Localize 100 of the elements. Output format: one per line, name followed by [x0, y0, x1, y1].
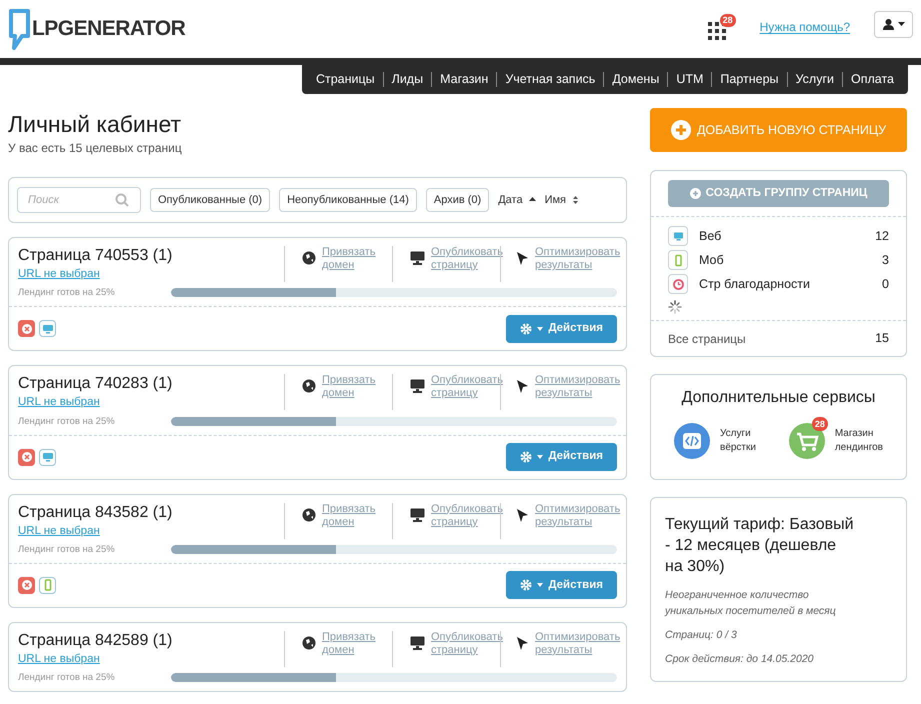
page-name: Страница 842589 (1) — [18, 630, 174, 651]
gear-icon — [520, 322, 532, 335]
plus-circle-icon — [670, 120, 691, 140]
group-count: 3 — [881, 252, 889, 269]
globe-icon — [302, 251, 316, 265]
total-label: Все страницы — [668, 330, 747, 348]
monitor-icon — [42, 451, 54, 463]
monitor-icon — [42, 322, 54, 335]
caret-icon — [537, 326, 544, 331]
action-link[interactable]: Оптимизировать результаты — [535, 246, 620, 272]
progress-label: Лендинг готов на 25% — [18, 416, 116, 426]
add-page-button[interactable]: ДОБАВИТЬ НОВУЮ СТРАНИЦУ — [650, 108, 907, 152]
actions-button[interactable]: Действия — [506, 314, 617, 343]
action-link[interactable]: Привязать домен — [322, 502, 392, 528]
url-link[interactable]: URL не выбран — [18, 522, 100, 540]
total-count: 15 — [874, 330, 889, 348]
caret-icon — [537, 455, 544, 459]
group-count: 0 — [881, 276, 889, 293]
monitor-icon — [672, 230, 684, 242]
help-link[interactable]: Нужна помощь? — [760, 18, 850, 36]
filter-button[interactable]: Опубликованные (0) — [150, 188, 270, 212]
gear-icon — [520, 579, 532, 592]
action-link[interactable]: Привязать домен — [322, 630, 392, 657]
nav-link[interactable]: Страницы — [308, 70, 383, 88]
caret-icon — [537, 583, 544, 588]
nav-link[interactable]: Домены — [604, 70, 668, 88]
monitor-icon — [410, 251, 425, 265]
globe-icon — [302, 636, 316, 650]
action-link[interactable]: Привязать домен — [322, 246, 392, 272]
error-icon — [20, 579, 32, 592]
cursor-icon — [516, 508, 529, 522]
globe-icon — [302, 379, 316, 394]
page-title: Личный кабинет — [8, 110, 182, 138]
nav-link[interactable]: Учетная запись — [497, 70, 604, 88]
actions-button[interactable]: Действия — [506, 443, 617, 471]
filter-button[interactable]: Неопубликованные (14) — [279, 188, 417, 212]
url-link[interactable]: URL не выбран — [18, 394, 100, 412]
nav-link[interactable]: Магазин — [432, 70, 496, 88]
action-link[interactable]: Оптимизировать результаты — [535, 630, 620, 657]
cursor-icon — [516, 251, 529, 266]
speech-bubble-icon — [8, 8, 30, 52]
sort-button[interactable]: Имя — [544, 192, 580, 208]
page-subtitle: У вас есть 15 целевых страниц — [8, 140, 183, 157]
action-link[interactable]: Опубликовать страницу — [431, 502, 503, 528]
logo-text: LPGENERATOR — [32, 16, 186, 42]
tariff-detail: Страниц: 0 / 3 — [665, 628, 738, 643]
progress-label: Лендинг готов на 25% — [18, 287, 116, 298]
user-icon — [882, 18, 894, 30]
monitor-icon — [410, 508, 425, 522]
nav-link[interactable]: Лиды — [384, 70, 432, 88]
search-field[interactable]: Поиск — [17, 187, 141, 213]
clock-icon — [672, 278, 684, 290]
nav-link[interactable]: Услуги — [788, 70, 842, 88]
tariff-detail: Неограниченное количество уникальных посетителей в месяц — [665, 588, 837, 619]
action-link[interactable]: Оптимизировать результаты — [535, 374, 620, 400]
action-link[interactable]: Оптимизировать результаты — [535, 502, 620, 528]
loading-spinner-icon — [668, 300, 682, 314]
action-link[interactable]: Привязать домен — [322, 374, 392, 400]
plus-circle-icon — [690, 188, 701, 199]
cursor-icon — [516, 636, 529, 651]
user-menu-button[interactable] — [874, 10, 913, 38]
actions-button[interactable]: Действия — [506, 571, 617, 600]
group-label: Стр благодарности — [699, 276, 811, 293]
nav-link[interactable]: UTM — [668, 70, 712, 88]
notification-badge: 28 — [720, 14, 736, 27]
action-link[interactable]: Опубликовать страницу — [431, 630, 503, 657]
nav-link[interactable]: Партнеры — [712, 70, 787, 88]
service-link[interactable]: Услуги вёрстки — [674, 417, 759, 459]
error-icon — [20, 322, 32, 335]
page-name: Страница 740553 (1) — [18, 246, 174, 266]
cursor-icon — [516, 379, 529, 394]
page-name: Страница 740283 (1) — [18, 374, 174, 394]
page-name: Страница 843582 (1) — [18, 502, 174, 522]
logo[interactable]: LPGENERATOR — [8, 8, 186, 52]
code-icon — [674, 423, 710, 459]
apps-button[interactable]: 28 — [708, 14, 736, 40]
sort-button[interactable]: Дата — [498, 192, 536, 208]
service-link[interactable]: Магазин лендингов 28 — [788, 417, 883, 459]
action-link[interactable]: Опубликовать страницу — [431, 246, 503, 272]
url-link[interactable]: URL не выбран — [18, 650, 100, 668]
error-icon — [20, 451, 32, 463]
apps-grid-icon — [708, 22, 726, 40]
search-icon — [115, 193, 129, 207]
tariff-title: Текущий тариф: Базовый - 12 месяцев (дешевле на 30%) — [665, 515, 855, 577]
gear-icon — [520, 451, 532, 463]
monitor-icon — [410, 379, 425, 394]
create-group-button[interactable]: СОЗДАТЬ ГРУППУ СТРАНИЦ — [668, 180, 889, 207]
monitor-icon — [410, 636, 425, 650]
action-link[interactable]: Опубликовать страницу — [431, 374, 503, 400]
group-count: 12 — [874, 228, 889, 245]
globe-icon — [302, 508, 316, 522]
services-title: Дополнительные сервисы — [682, 388, 876, 408]
progress-label: Лендинг готов на 25% — [18, 672, 116, 683]
nav-link[interactable]: Оплата — [843, 70, 902, 88]
url-link[interactable]: URL не выбран — [18, 266, 100, 284]
tariff-detail: Срок действия: до 14.05.2020 — [665, 652, 814, 667]
progress-label: Лендинг готов на 25% — [18, 544, 116, 555]
notification-badge: 28 — [812, 417, 828, 431]
filter-button[interactable]: Архив (0) — [426, 188, 490, 212]
group-label: Веб — [699, 228, 722, 245]
